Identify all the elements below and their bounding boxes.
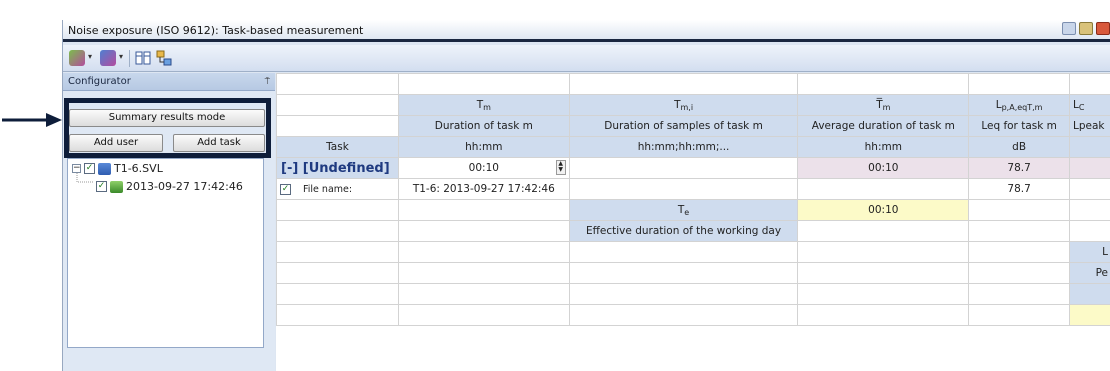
header-lc: LC <box>1069 94 1110 116</box>
table-row: Tm Tm,i T̅m Lp,A,eqT,m LC <box>276 94 1110 116</box>
tree-button[interactable] <box>156 50 172 67</box>
table-row <box>276 73 1110 95</box>
header-te: Te <box>568 199 799 221</box>
desc-tmbar: Average duration of task m <box>797 115 970 137</box>
columns-icon <box>135 51 151 65</box>
task-average-cell: 00:10 <box>797 157 970 179</box>
task-duration-cell[interactable]: 00:10 ▲ ▼ <box>397 157 570 179</box>
file-row: ✓ File name: T1-6: 2013-09-27 17:42:46 78… <box>276 178 1110 200</box>
restore-icon[interactable] <box>1062 22 1076 35</box>
desc-tm: Duration of task m <box>397 115 570 137</box>
unit-lp: dB <box>968 136 1070 158</box>
file-name-value: T1-6: 2013-09-27 17:42:46 <box>397 178 570 200</box>
summary-highlight-box <box>64 98 271 158</box>
close-icon[interactable] <box>1096 22 1110 35</box>
report-icon <box>100 50 116 66</box>
file-row-checkbox[interactable]: ✓ <box>280 183 291 195</box>
configurator-title: Configurator <box>68 76 131 87</box>
tree-icon <box>156 50 172 66</box>
tree-item-label: 2013-09-27 17:42:46 <box>126 180 243 193</box>
task-samples-cell[interactable] <box>568 157 799 179</box>
partial-pe-cell: Pe <box>1069 262 1110 284</box>
toolbar: ▾ ▾ <box>63 45 1110 72</box>
tile-icon[interactable] <box>1079 22 1093 35</box>
partial-l-cell: L <box>1069 241 1110 263</box>
tree-item-label: T1-6.SVL <box>114 162 163 175</box>
toolbar-separator <box>129 50 130 67</box>
pin-icon[interactable]: ⍑ <box>265 77 270 87</box>
desc-tmi: Duration of samples of task m <box>568 115 799 137</box>
task-leq-cell: 78.7 <box>968 157 1070 179</box>
window-controls <box>1062 22 1110 35</box>
task-row: [-] [Undefined] 00:10 ▲ ▼ 00:10 78.7 <box>276 157 1110 179</box>
file-name-cell: ✓ File name: <box>276 178 399 200</box>
file-name-label: File name: <box>303 183 353 195</box>
tree-connector <box>76 173 94 183</box>
table-row <box>276 283 1110 305</box>
measurement-icon <box>110 180 123 193</box>
table-row: Duration of task m Duration of samples o… <box>276 115 1110 137</box>
unit-tmbar: hh:mm <box>797 136 970 158</box>
measurement-checkbox[interactable]: ✓ <box>96 181 107 192</box>
table-row: Pe <box>276 262 1110 284</box>
chevron-down-icon[interactable]: ▾ <box>88 52 92 61</box>
results-table: Tm Tm,i T̅m Lp,A,eqT,m LC Duration of ta… <box>276 73 1110 326</box>
effective-duration-value[interactable]: 00:10 <box>797 199 970 221</box>
application-window: Noise exposure (ISO 9612): Task-based me… <box>62 20 1110 371</box>
config-button[interactable] <box>69 50 85 67</box>
tree-item-measurement[interactable]: ✓ 2013-09-27 17:42:46 <box>96 180 243 193</box>
report-button[interactable] <box>100 50 116 67</box>
file-leq-cell: 78.7 <box>968 178 1070 200</box>
table-row: Effective duration of the working day <box>276 220 1110 242</box>
desc-lp: Leq for task m <box>968 115 1070 137</box>
title-bar: Noise exposure (ISO 9612): Task-based me… <box>63 20 1110 42</box>
configurator-header: Configurator ⍑ <box>63 73 275 91</box>
header-tmbar: T̅m <box>797 94 970 116</box>
annotation-arrow <box>2 113 62 127</box>
desc-lc: Lpeak <box>1069 115 1110 137</box>
chevron-down-icon[interactable]: ▾ <box>119 52 123 61</box>
config-icon <box>69 50 85 66</box>
spinner-icon[interactable]: ▲ ▼ <box>555 160 566 175</box>
unit-tmi: hh:mm;hh:mm;... <box>568 136 799 158</box>
unit-tm: hh:mm <box>397 136 570 158</box>
table-row: L <box>276 241 1110 263</box>
columns-button[interactable] <box>135 50 151 67</box>
header-tmi: Tm,i <box>568 94 799 116</box>
collapse-icon[interactable]: − <box>72 164 81 173</box>
table-row <box>276 304 1110 326</box>
header-tm: Tm <box>397 94 570 116</box>
table-row: Task hh:mm hh:mm;hh:mm;... hh:mm dB <box>276 136 1110 158</box>
task-label[interactable]: [-] [Undefined] <box>276 157 399 179</box>
header-lp: Lp,A,eqT,m <box>968 94 1070 116</box>
desc-te: Effective duration of the working day <box>568 220 799 242</box>
table-row: Te 00:10 <box>276 199 1110 221</box>
svl-file-icon <box>98 162 111 175</box>
measurement-tree: − ✓ T1-6.SVL ✓ 2013-09-27 17:42:46 <box>67 158 264 348</box>
unit-task: Task <box>276 136 399 158</box>
window-title: Noise exposure (ISO 9612): Task-based me… <box>68 24 364 37</box>
task-duration-value[interactable]: 00:10 <box>469 162 499 174</box>
results-grid: Tm Tm,i T̅m Lp,A,eqT,m LC Duration of ta… <box>276 73 1110 371</box>
